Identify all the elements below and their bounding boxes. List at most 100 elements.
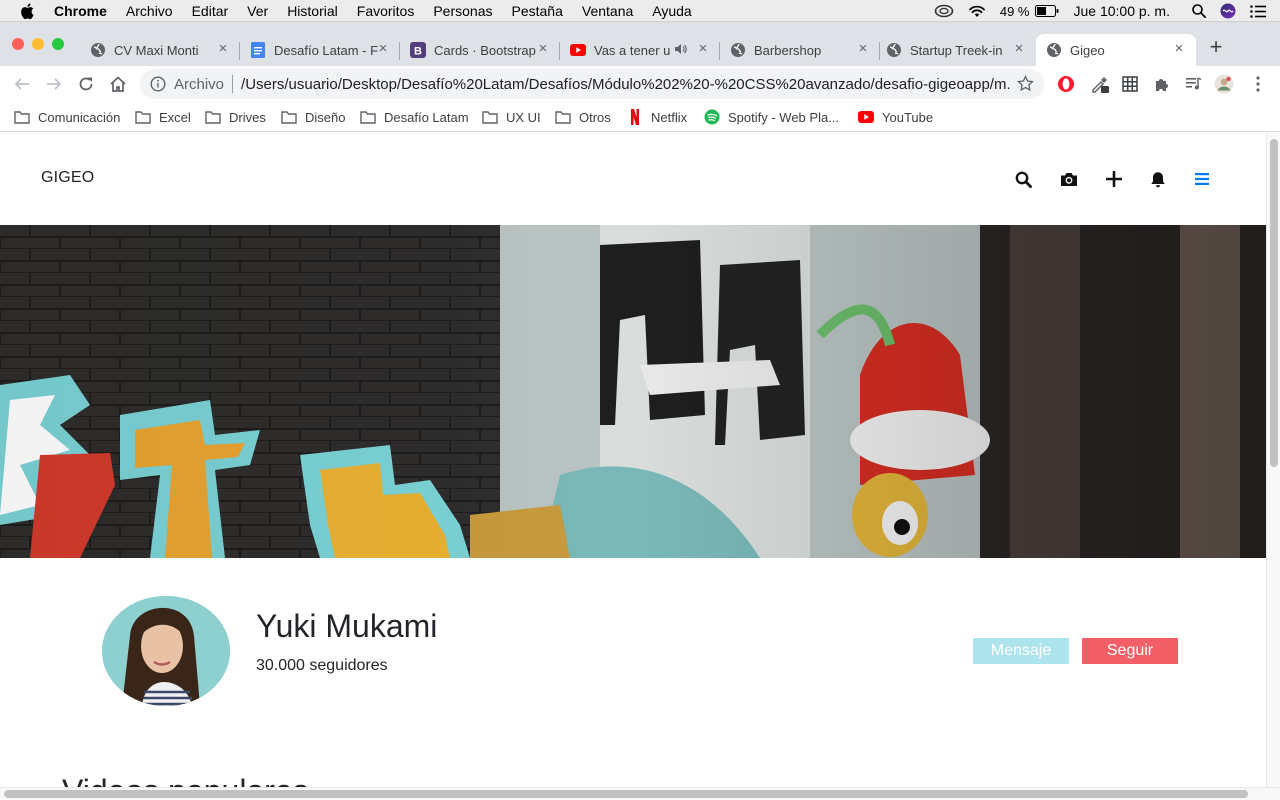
tab-youtube-video[interactable]: Vas a tener u × [560, 34, 720, 66]
menu-editar[interactable]: Editar [192, 3, 229, 19]
menu-archivo[interactable]: Archivo [126, 3, 173, 19]
menu-ayuda[interactable]: Ayuda [652, 3, 691, 19]
bootstrap-icon: B [410, 42, 426, 58]
tab-close-icon[interactable]: × [696, 41, 710, 56]
svg-text:B: B [414, 45, 422, 57]
opera-extension-icon[interactable] [1056, 74, 1076, 94]
media-queue-icon[interactable] [1184, 74, 1204, 94]
home-icon[interactable] [106, 72, 130, 96]
folder-icon [14, 109, 30, 125]
bookmark-spotify[interactable]: Spotify - Web Pla... [704, 107, 839, 127]
notification-center-icon[interactable] [1250, 4, 1266, 18]
tab-title: Barbershop [754, 42, 822, 58]
grid-extension-icon[interactable] [1120, 74, 1140, 94]
globe-icon [886, 42, 902, 58]
omnibox-divider [232, 75, 234, 93]
message-button[interactable]: Mensaje [973, 638, 1069, 664]
profile-name: Yuki Mukami [256, 608, 438, 644]
bookmark-star-icon[interactable] [1017, 74, 1034, 96]
chrome-menu-icon[interactable] [1248, 74, 1268, 94]
url-scheme-label: Archivo [174, 75, 225, 93]
popular-videos-heading: Videos populares [62, 773, 309, 787]
bookmark-netflix[interactable]: Netflix [627, 107, 687, 127]
tab-close-icon[interactable]: × [536, 41, 550, 56]
macos-menu-bar: Chrome Archivo Editar Ver Historial Favo… [0, 0, 1280, 22]
bookmark-label: Otros [579, 109, 611, 125]
bookmark-drives[interactable]: Drives [205, 107, 266, 127]
follow-button[interactable]: Seguir [1082, 638, 1178, 664]
tab-title: Gigeo [1070, 42, 1105, 58]
tab-gigeo[interactable]: Gigeo × [1036, 34, 1196, 66]
folder-icon [205, 109, 221, 125]
wifi-icon[interactable] [968, 4, 986, 18]
tab-title: Vas a tener u [594, 42, 671, 58]
site-info-icon[interactable] [150, 76, 166, 92]
tab-close-icon[interactable]: × [376, 41, 390, 56]
bookmark-desafio-latam[interactable]: Desafío Latam [360, 107, 469, 127]
site-brand[interactable]: GIGEO [41, 169, 94, 187]
address-bar[interactable]: Archivo /Users/usuario/Desktop/Desafío%2… [140, 69, 1044, 99]
bell-icon[interactable] [1148, 169, 1168, 189]
bookmark-comunicacion[interactable]: Comunicación [14, 107, 120, 127]
bookmark-otros[interactable]: Otros [555, 107, 611, 127]
camera-icon[interactable] [1059, 169, 1079, 189]
menubar-clock[interactable]: Jue 10:00 p. m. [1073, 3, 1170, 19]
zoom-window-button[interactable] [52, 38, 64, 50]
menu-app-chrome[interactable]: Chrome [54, 3, 107, 19]
tab-close-icon[interactable]: × [856, 41, 870, 56]
hamburger-menu-icon[interactable] [1192, 169, 1212, 189]
bookmark-excel[interactable]: Excel [135, 107, 191, 127]
menu-favoritos[interactable]: Favoritos [357, 3, 415, 19]
netflix-icon [627, 109, 643, 125]
folder-icon [482, 109, 498, 125]
tab-close-icon[interactable]: × [1172, 41, 1186, 56]
profile-avatar[interactable] [102, 596, 230, 706]
tab-cards-bootstrap[interactable]: B Cards · Bootstrap × [400, 34, 560, 66]
docs-icon [250, 42, 266, 58]
minimize-window-button[interactable] [32, 38, 44, 50]
audio-playing-icon[interactable] [674, 43, 687, 58]
horizontal-scroll-thumb[interactable] [4, 790, 1248, 798]
apple-icon[interactable] [20, 3, 34, 19]
tab-barbershop[interactable]: Barbershop × [720, 34, 880, 66]
follower-count: 30.000 seguidores [256, 657, 388, 674]
reload-icon[interactable] [74, 72, 98, 96]
menu-ventana[interactable]: Ventana [582, 3, 633, 19]
tab-title: Startup Treek-in [910, 42, 1003, 58]
battery-icon[interactable] [1035, 5, 1059, 17]
eyedropper-extension-icon[interactable] [1090, 74, 1110, 94]
bookmark-ux-ui[interactable]: UX UI [482, 107, 541, 127]
vertical-scroll-thumb[interactable] [1270, 139, 1278, 467]
bookmark-label: UX UI [506, 109, 541, 125]
menu-personas[interactable]: Personas [433, 3, 492, 19]
siri-icon[interactable] [1220, 3, 1236, 19]
vertical-scrollbar[interactable] [1266, 133, 1280, 787]
close-window-button[interactable] [12, 38, 24, 50]
tab-close-icon[interactable]: × [1012, 41, 1026, 56]
battery-percent: 49 % [999, 3, 1030, 19]
bookmark-label: Diseño [305, 109, 346, 125]
menu-ver[interactable]: Ver [247, 3, 268, 19]
new-tab-button[interactable]: + [1206, 36, 1226, 60]
bookmark-youtube[interactable]: YouTube [858, 107, 933, 127]
profile-avatar-icon[interactable] [1214, 74, 1234, 94]
folder-icon [135, 109, 151, 125]
plus-icon[interactable] [1104, 169, 1124, 189]
bookmark-diseno[interactable]: Diseño [281, 107, 345, 127]
spotlight-search-icon[interactable] [1192, 4, 1206, 18]
extensions-puzzle-icon[interactable] [1152, 74, 1172, 94]
forward-arrow-icon[interactable] [42, 72, 66, 96]
creative-cloud-icon[interactable] [934, 4, 954, 18]
bookmarks-bar: Comunicación Excel Drives Diseño Desafío… [0, 102, 1280, 132]
search-icon[interactable] [1013, 169, 1033, 189]
tab-cv-maxi-monti[interactable]: CV Maxi Monti × [80, 34, 240, 66]
tab-desafio-latam[interactable]: Desafío Latam - F × [240, 34, 400, 66]
tab-startup-treek-in[interactable]: Startup Treek-in × [876, 34, 1036, 66]
menu-pestana[interactable]: Pestaña [512, 3, 563, 19]
tab-close-icon[interactable]: × [216, 41, 230, 56]
horizontal-scrollbar[interactable] [0, 787, 1280, 800]
folder-icon [281, 109, 297, 125]
back-arrow-icon[interactable] [10, 72, 34, 96]
menu-historial[interactable]: Historial [287, 3, 338, 19]
url-text[interactable]: /Users/usuario/Desktop/Desafío%20Latam/D… [241, 76, 1011, 93]
